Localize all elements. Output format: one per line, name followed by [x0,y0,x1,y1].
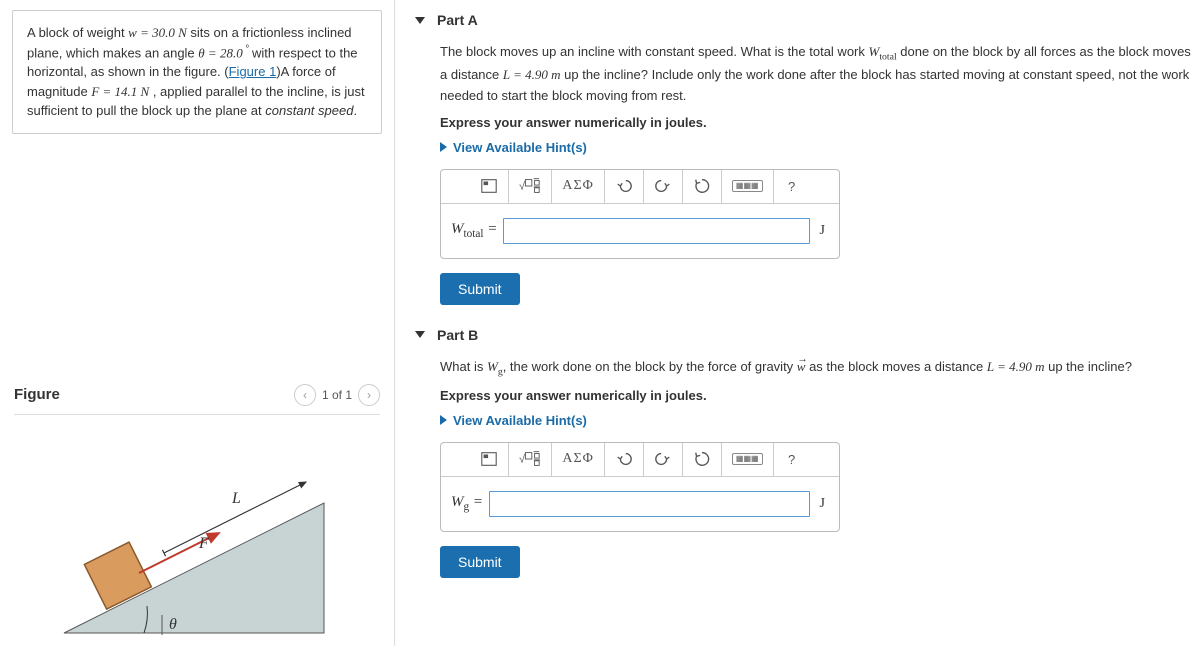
figure-diagram: F L θ [14,415,380,646]
part-a-instruction: Express your answer numerically in joule… [440,115,1192,130]
svg-text:L: L [231,490,241,507]
undo-button[interactable] [605,443,644,476]
undo-button[interactable] [605,170,644,203]
part-a-unit: J [816,223,829,239]
figure-prev-button[interactable]: ‹ [294,384,316,406]
svg-text:F: F [198,535,209,552]
caret-right-icon [440,142,447,152]
figure-link[interactable]: Figure 1 [229,64,277,79]
figure-next-button[interactable]: › [358,384,380,406]
svg-text:θ: θ [169,616,177,633]
caret-down-icon [415,17,425,24]
reset-button[interactable] [683,170,722,203]
part-b-unit: J [816,496,829,512]
fraction-sqrt-button[interactable]: √ [509,170,552,203]
part-a-hints-link[interactable]: View Available Hint(s) [440,140,1192,155]
part-a-header[interactable]: Part A [415,0,1192,42]
part-b-variable-label: Wg = [451,494,483,513]
help-button[interactable]: ? [774,170,810,203]
keyboard-icon: ▦▦▦ [732,453,763,465]
part-a-variable-label: Wtotal = [451,221,497,240]
figure-title: Figure [14,386,60,403]
template-picker-button[interactable] [470,170,509,203]
keyboard-button[interactable]: ▦▦▦ [722,170,774,203]
svg-text:√: √ [519,454,526,466]
redo-button[interactable] [644,443,683,476]
part-a-answer-input[interactable] [503,218,809,244]
keyboard-icon: ▦▦▦ [732,180,763,192]
problem-statement: A block of weight w = 30.0 N sits on a f… [12,10,382,134]
force-value: F = 14.1 N [91,84,149,99]
part-b-answer-box: √ ΑΣΦ ▦▦▦ ? Wg = J [440,442,840,532]
svg-text:√: √ [519,181,526,193]
keyboard-button[interactable]: ▦▦▦ [722,443,774,476]
figure-counter: 1 of 1 [322,388,352,402]
part-a-answer-box: √ ΑΣΦ ▦▦▦ ? Wtotal = J [440,169,840,259]
part-a-submit-button[interactable]: Submit [440,273,520,305]
fraction-sqrt-button[interactable]: √ [509,443,552,476]
part-b-question: What is Wg, the work done on the block b… [440,357,1192,380]
help-button[interactable]: ? [774,443,810,476]
template-picker-button[interactable] [470,443,509,476]
redo-button[interactable] [644,170,683,203]
angle-value: θ = 28.0 [198,45,242,60]
part-b-instruction: Express your answer numerically in joule… [440,388,1192,403]
caret-right-icon [440,415,447,425]
greek-letters-button[interactable]: ΑΣΦ [552,170,605,203]
caret-down-icon [415,331,425,338]
part-b-submit-button[interactable]: Submit [440,546,520,578]
greek-letters-button[interactable]: ΑΣΦ [552,443,605,476]
part-b-answer-input[interactable] [489,491,810,517]
part-b-header[interactable]: Part B [415,315,1192,357]
part-a-question: The block moves up an incline with const… [440,42,1192,107]
weight-value: w = 30.0 N [128,25,187,40]
reset-button[interactable] [683,443,722,476]
part-b-hints-link[interactable]: View Available Hint(s) [440,413,1192,428]
